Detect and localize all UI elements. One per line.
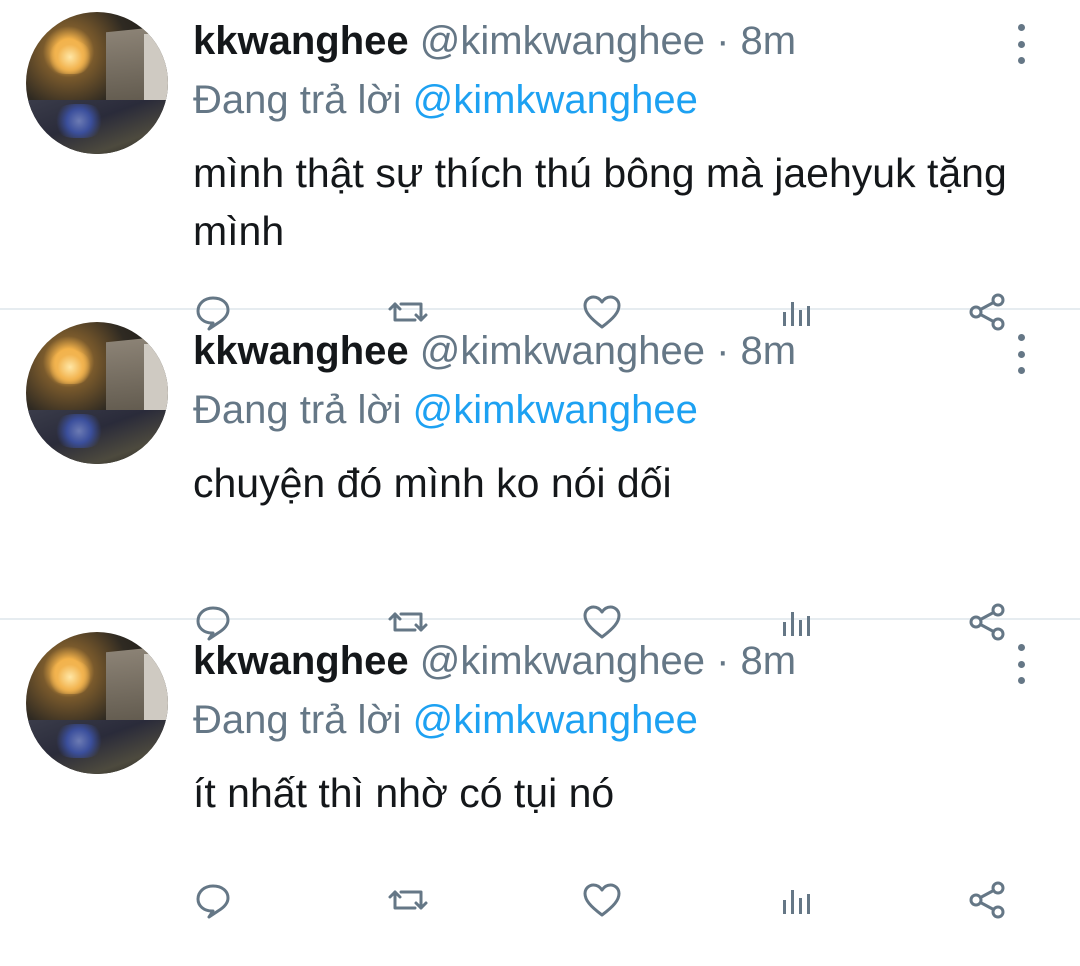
- tweet[interactable]: kkwanghee @kimkwanghee · 8m Đang trả lời…: [0, 310, 1080, 641]
- mention-link[interactable]: @kimkwanghee: [413, 78, 698, 122]
- analytics-icon[interactable]: [774, 878, 818, 922]
- reply-icon[interactable]: [191, 878, 235, 922]
- action-bar: [0, 878, 1080, 922]
- timestamp[interactable]: 8m: [741, 639, 797, 683]
- display-name[interactable]: kkwanghee: [193, 329, 409, 373]
- user-handle[interactable]: @kimkwanghee: [420, 19, 705, 63]
- user-handle[interactable]: @kimkwanghee: [420, 639, 705, 683]
- replying-to: Đang trả lời @kimkwanghee: [193, 76, 698, 124]
- timestamp[interactable]: 8m: [741, 329, 797, 373]
- share-icon[interactable]: [966, 878, 1010, 922]
- tweet-header: kkwanghee @kimkwanghee · 8m: [193, 18, 796, 64]
- avatar[interactable]: [26, 12, 168, 154]
- separator-dot: ·: [716, 639, 730, 683]
- avatar[interactable]: [26, 632, 168, 774]
- replying-to: Đang trả lời @kimkwanghee: [193, 696, 698, 744]
- tweet-header: kkwanghee @kimkwanghee · 8m: [193, 638, 796, 684]
- timestamp[interactable]: 8m: [741, 19, 797, 63]
- separator-dot: ·: [716, 329, 730, 373]
- user-handle[interactable]: @kimkwanghee: [420, 329, 705, 373]
- tweet[interactable]: kkwanghee @kimkwanghee · 8m Đang trả lời…: [0, 620, 1080, 966]
- replying-prefix: Đang trả lời: [193, 388, 402, 432]
- display-name[interactable]: kkwanghee: [193, 19, 409, 63]
- more-options-icon[interactable]: [1010, 24, 1032, 64]
- replying-prefix: Đang trả lời: [193, 78, 402, 122]
- mention-link[interactable]: @kimkwanghee: [413, 388, 698, 432]
- separator-dot: ·: [716, 19, 730, 63]
- timeline: kkwanghee @kimkwanghee · 8m Đang trả lời…: [0, 0, 1080, 966]
- tweet-text: chuyện đó mình ko nói dối: [193, 460, 672, 506]
- tweet-header: kkwanghee @kimkwanghee · 8m: [193, 328, 796, 374]
- avatar[interactable]: [26, 322, 168, 464]
- replying-to: Đang trả lời @kimkwanghee: [193, 386, 698, 434]
- replying-prefix: Đang trả lời: [193, 698, 402, 742]
- more-options-icon[interactable]: [1010, 334, 1032, 374]
- tweet-text: mình thật sự thích thú bông mà jaehyuk t…: [193, 150, 1007, 254]
- tweet[interactable]: kkwanghee @kimkwanghee · 8m Đang trả lời…: [0, 0, 1080, 331]
- tweet-text: ít nhất thì nhờ có tụi nó: [193, 770, 615, 816]
- display-name[interactable]: kkwanghee: [193, 639, 409, 683]
- like-icon[interactable]: [580, 878, 624, 922]
- mention-link[interactable]: @kimkwanghee: [413, 698, 698, 742]
- retweet-icon[interactable]: [386, 878, 430, 922]
- more-options-icon[interactable]: [1010, 644, 1032, 684]
